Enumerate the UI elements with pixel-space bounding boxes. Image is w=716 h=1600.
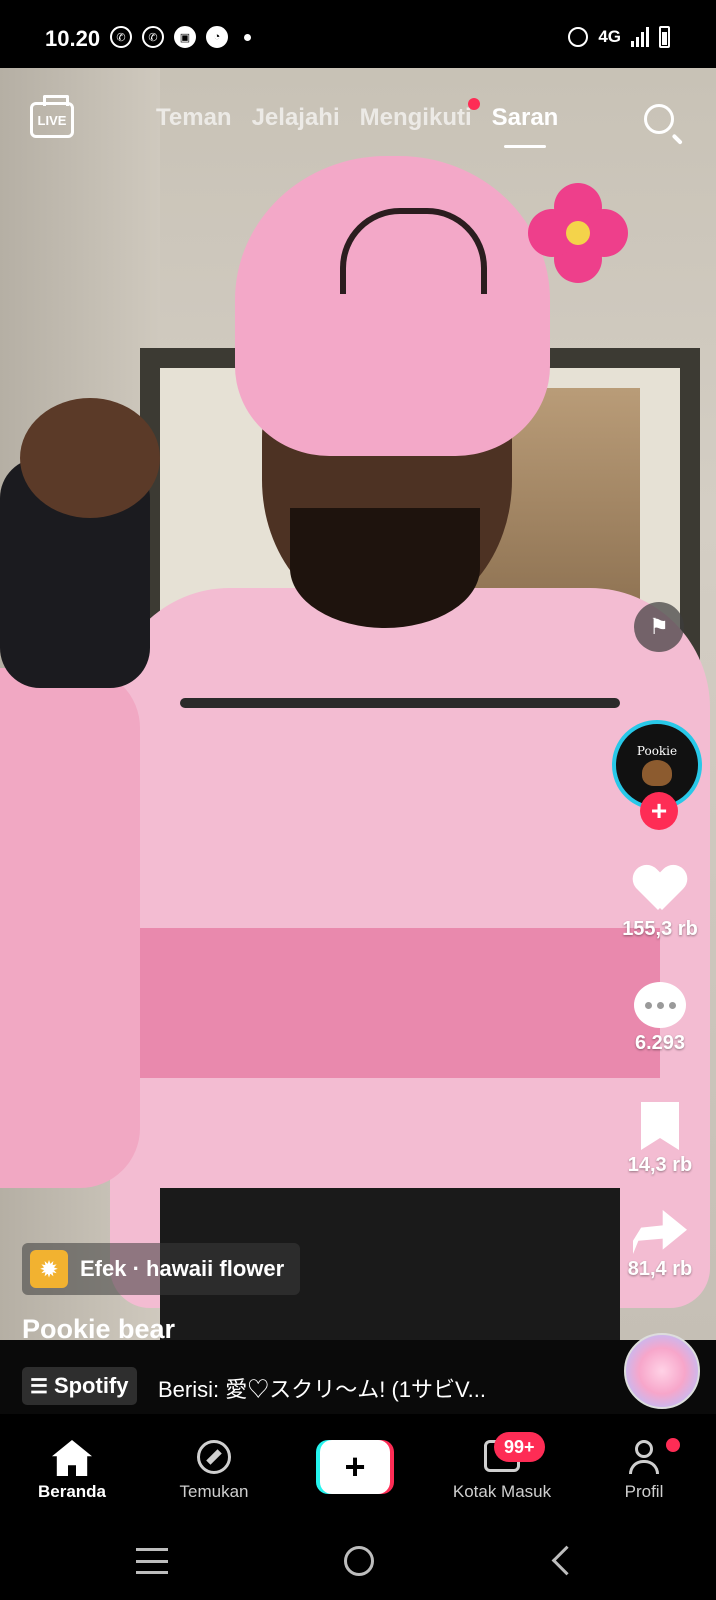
save-count: 14,3 rb [627, 1154, 693, 1176]
effect-label: Efek · hawaii flower [80, 1256, 285, 1281]
hat-symbol [340, 208, 487, 294]
signal-icon [631, 27, 649, 47]
battery-icon [659, 26, 670, 48]
pink-beanie [235, 156, 550, 456]
compass-icon [197, 1440, 231, 1474]
save-button[interactable]: 14,3 rb [606, 1102, 714, 1177]
system-status: 4G [568, 26, 670, 48]
tab-mengikuti[interactable]: Mengikuti [360, 104, 472, 131]
bookmark-icon [641, 1102, 679, 1150]
add-to-queue-icon: ☰ [30, 1375, 48, 1398]
inbox-badge: 99+ [494, 1432, 545, 1462]
profile-notification-dot [666, 1438, 680, 1452]
share-icon [633, 1210, 687, 1254]
music-track[interactable]: Berisi: 愛♡スクリ〜ム! (1サビV... [158, 1372, 486, 1404]
media-icon: ▣ [174, 26, 196, 48]
nav-profile-label: Profil [624, 1482, 664, 1501]
tab-teman[interactable]: Teman [156, 104, 232, 132]
nav-discover-label: Temukan [179, 1482, 249, 1501]
tab-mengikuti-wrap: Mengikuti [360, 98, 480, 132]
spotify-chip[interactable]: ☰ Spotify [22, 1367, 137, 1405]
shirt-line [180, 698, 620, 708]
status-time: 10.20 [45, 26, 101, 51]
arm [0, 668, 140, 1188]
like-button[interactable]: 155,3 rb [606, 866, 714, 941]
recents-icon[interactable] [136, 1548, 168, 1574]
nav-discover[interactable]: Temukan [154, 1440, 274, 1502]
comment-button[interactable]: 6.293 [606, 982, 714, 1055]
effect-sparkle-icon: ✹ [30, 1250, 68, 1288]
heart-icon [634, 866, 686, 914]
avatar-text: Pookie [636, 744, 678, 758]
share-button[interactable]: 81,4 rb [606, 1210, 714, 1281]
tab-jelajahi[interactable]: Jelajahi [252, 104, 340, 132]
more-notifications-dot [244, 33, 251, 41]
home-icon [52, 1440, 92, 1476]
nav-home[interactable]: Beranda [12, 1440, 132, 1502]
status-bar: 10.20 ✆ ✆ ▣ ◔ 4G [0, 0, 716, 68]
follow-button[interactable]: + [640, 792, 678, 830]
nav-inbox-label: Kotak Masuk [452, 1482, 552, 1501]
create-button[interactable]: + [316, 1440, 394, 1494]
live-tv-icon[interactable]: LIVE [30, 102, 74, 138]
fist [20, 398, 160, 518]
system-home-icon[interactable] [344, 1546, 374, 1576]
beard [290, 508, 480, 628]
comment-count: 6.293 [634, 1032, 686, 1054]
notification-icons: ✆ ✆ ▣ ◔ [110, 26, 251, 48]
profile-icon [629, 1440, 659, 1476]
search-icon[interactable] [644, 104, 674, 134]
music-disc[interactable] [624, 1333, 700, 1409]
new-content-dot [467, 98, 480, 110]
like-count: 155,3 rb [622, 918, 698, 940]
speedometer-icon: ◔ [206, 26, 228, 48]
nav-home-label: Beranda [37, 1482, 107, 1501]
network-type: 4G [598, 27, 621, 46]
bear-icon [642, 760, 672, 786]
feed-tabs: Teman Jelajahi Mengikuti Saran [156, 98, 558, 148]
whatsapp-icon: ✆ [110, 26, 132, 48]
live-label: LIVE [37, 112, 67, 128]
nav-profile[interactable]: Profil [584, 1440, 704, 1502]
report-flag-icon[interactable]: ⚑ [634, 602, 684, 652]
plus-icon: + [320, 1440, 390, 1494]
effect-chip[interactable]: ✹ Efek · hawaii flower [22, 1243, 301, 1295]
share-count: 81,4 rb [627, 1258, 693, 1280]
hawaii-flower-effect [518, 173, 638, 293]
comment-icon [634, 982, 686, 1028]
whatsapp-icon-2: ✆ [142, 26, 164, 48]
alarm-icon [568, 27, 589, 47]
spotify-label: Spotify [53, 1373, 129, 1398]
shirt-band [140, 928, 660, 1078]
tab-saran[interactable]: Saran [492, 104, 558, 148]
